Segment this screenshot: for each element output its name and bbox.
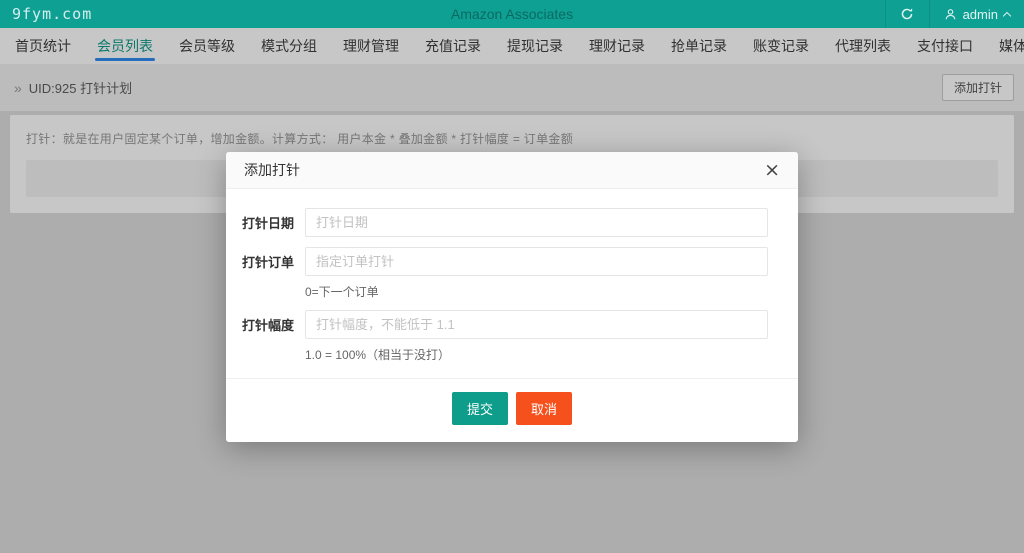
form-row-rate: 打针幅度 [226,310,768,339]
refresh-button[interactable] [885,0,929,28]
cancel-button[interactable]: 取消 [516,392,572,425]
form-row-date: 打针日期 [226,208,768,237]
refresh-icon [900,7,914,21]
app-logo: 9fym.com [0,5,104,23]
rate-field-label: 打针幅度 [226,315,294,334]
user-icon [944,8,957,21]
username-label: admin [963,7,998,22]
close-icon[interactable]: × [764,161,780,180]
injection-rate-input[interactable] [305,310,768,339]
modal-body: 打针日期 打针订单 0=下一个订单 打针幅度 1.0 = 100%（相当于没打） [226,189,798,363]
rate-helper-text: 1.0 = 100%（相当于没打） [305,346,768,363]
modal-header: 添加打针 × [226,152,798,189]
submit-button[interactable]: 提交 [452,392,508,425]
form-row-order: 打针订单 [226,247,768,276]
injection-order-input[interactable] [305,247,768,276]
date-field-label: 打针日期 [226,213,294,232]
order-helper-text: 0=下一个订单 [305,283,768,300]
header-actions: admin [885,0,1024,28]
user-menu[interactable]: admin [929,0,1024,28]
order-field-label: 打针订单 [226,252,294,271]
injection-date-input[interactable] [305,208,768,237]
add-injection-modal: 添加打针 × 打针日期 打针订单 0=下一个订单 打针幅度 1.0 = 100%… [226,152,798,442]
modal-title: 添加打针 [244,160,300,180]
modal-footer: 提交 取消 [226,378,798,442]
page-title: Amazon Associates [0,6,1024,22]
app-header: 9fym.com Amazon Associates admin [0,0,1024,28]
chevron-up-icon [1003,11,1011,19]
